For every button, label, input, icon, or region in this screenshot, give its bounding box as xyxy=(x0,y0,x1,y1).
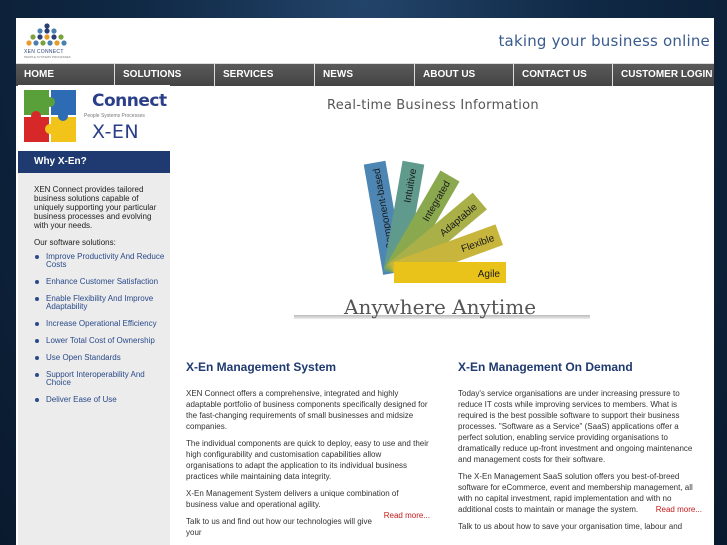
list-item[interactable]: Increase Operational Efficiency xyxy=(34,320,170,328)
slogan: Anywhere Anytime xyxy=(344,295,537,319)
read-more-link[interactable]: Read more... xyxy=(656,504,702,515)
logo-subtitle: PEOPLE SYSTEMS PROCESSES xyxy=(24,55,71,59)
benefits-fan-graphic: Component-based Intuitive IntegratedAdapta… xyxy=(363,160,506,283)
paragraph: X-En Management System delivers a unique… xyxy=(186,488,430,520)
people-systems-line: People Systems Processes xyxy=(84,113,145,119)
nav-home[interactable]: HOME xyxy=(16,64,115,86)
paragraph: Talk to us about how to save your organi… xyxy=(458,522,683,531)
paragraph: The X-En Management SaaS solution offers… xyxy=(458,471,702,515)
paragraph: XEN Connect offers a comprehensive, inte… xyxy=(186,389,428,431)
nav-solutions[interactable]: SOLUTIONS xyxy=(115,64,215,86)
site-header: XEN CONNECT PEOPLE SYSTEMS PROCESSES tak… xyxy=(16,18,714,63)
nav-about-us[interactable]: ABOUT US xyxy=(415,64,514,86)
xen-wordmark: X-EN xyxy=(92,121,140,143)
list-item[interactable]: Deliver Ease of Use xyxy=(34,396,170,404)
solutions-list: Improve Productivity And Reduce Costs En… xyxy=(18,253,170,404)
management-on-demand-section: X-En Management On Demand Today's servic… xyxy=(458,360,702,538)
connect-wordmark: Connect xyxy=(92,91,167,111)
list-item[interactable]: Enhance Customer Satisfaction xyxy=(34,278,170,286)
nav-services[interactable]: SERVICES xyxy=(215,64,315,86)
list-item[interactable]: Enable Flexibility And Improve Adaptabil… xyxy=(34,295,170,311)
nav-news[interactable]: NEWS xyxy=(315,64,415,86)
main-nav: HOME SOLUTIONS SERVICES NEWS ABOUT US CO… xyxy=(16,63,714,86)
sidebar: Connect People Systems Processes X-EN Wh… xyxy=(18,85,170,545)
paragraph: Today's service organisations are under … xyxy=(458,389,693,464)
section-title: X-En Management System xyxy=(186,360,337,374)
why-xen-heading: Why X-En? xyxy=(18,151,170,173)
software-solutions-heading: Our software solutions: xyxy=(34,238,116,247)
section-title: X-En Management On Demand xyxy=(458,360,633,374)
fan-blade-label: Agile xyxy=(478,269,501,280)
nav-contact-us[interactable]: CONTACT US xyxy=(514,64,613,86)
management-system-section: X-En Management System XEN Connect offer… xyxy=(186,360,430,544)
read-more-link[interactable]: Read more... xyxy=(384,510,430,521)
list-item[interactable]: Support Interoperability And Choice xyxy=(34,371,170,387)
realtime-title: Real-time Business Information xyxy=(327,98,539,113)
paragraph-text: X-En Management System delivers a unique… xyxy=(186,489,399,509)
puzzle-icon xyxy=(24,90,76,142)
sidebar-intro: XEN Connect provides tailored business s… xyxy=(34,185,157,230)
list-item[interactable]: Use Open Standards xyxy=(34,354,170,362)
main-content: Real-time Business Information Component… xyxy=(172,85,714,545)
list-item[interactable]: Improve Productivity And Reduce Costs xyxy=(34,253,170,269)
connect-banner: Connect People Systems Processes X-EN xyxy=(18,85,170,151)
list-item[interactable]: Lower Total Cost of Ownership xyxy=(34,337,170,345)
paragraph: The individual components are quick to d… xyxy=(186,439,429,481)
page-frame: XEN CONNECT PEOPLE SYSTEMS PROCESSES tak… xyxy=(16,18,714,545)
nav-customer-login[interactable]: CUSTOMER LOGIN xyxy=(613,64,714,86)
fan-blade: Agile xyxy=(394,262,506,283)
tagline: taking your business online xyxy=(498,32,710,50)
